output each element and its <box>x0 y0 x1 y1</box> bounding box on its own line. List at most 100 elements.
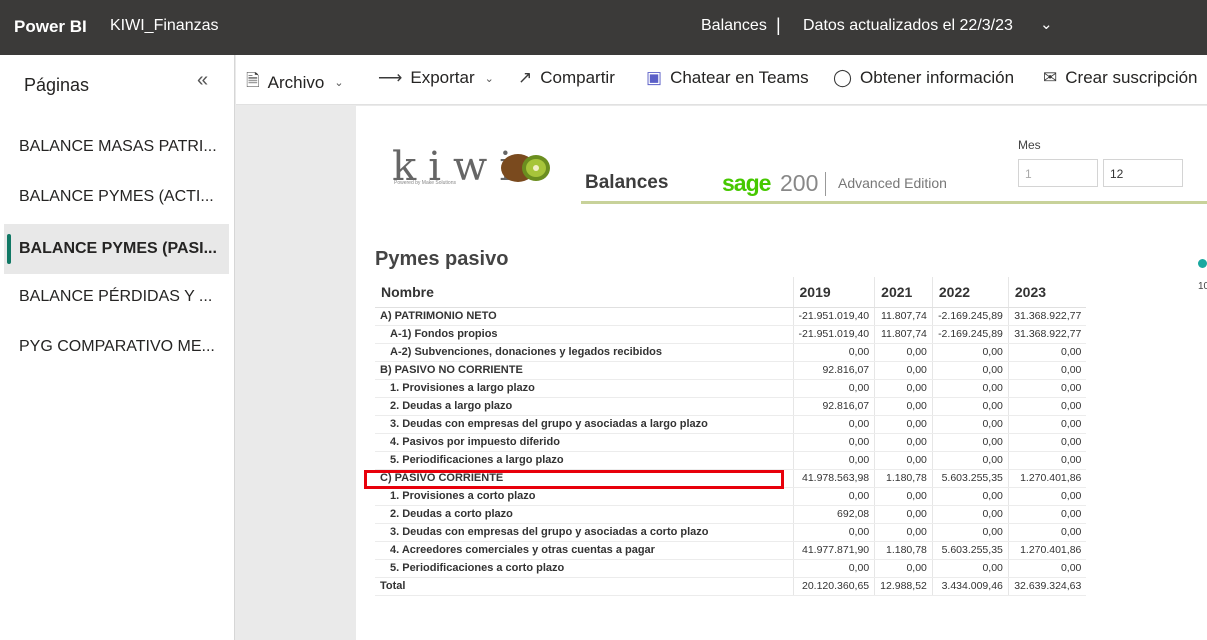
cell-value: 92.816,07 <box>792 361 875 380</box>
cell-value: 0,00 <box>1007 415 1087 434</box>
row-label: 2. Deudas a corto plazo <box>375 505 793 524</box>
page-item-perdidas[interactable]: BALANCE PÉRDIDAS Y ... <box>4 272 229 322</box>
row-label: A) PATRIMONIO NETO <box>375 307 793 326</box>
page-item-pymes-pasivo[interactable]: BALANCE PYMES (PASI... <box>4 224 229 274</box>
page-item-balance-masas[interactable]: BALANCE MASAS PATRI... <box>4 122 229 172</box>
highlight-box <box>364 470 784 489</box>
table-row: 3. Deudas con empresas del grupo y asoci… <box>375 415 1087 434</box>
cell-value: 92.816,07 <box>792 397 875 416</box>
cell-value: 0,00 <box>874 361 933 380</box>
workspace-name[interactable]: KIWI_Finanzas <box>110 17 218 35</box>
cell-value: 1.180,78 <box>874 541 933 560</box>
legend-dot <box>1198 259 1207 268</box>
table-row: B) PASIVO NO CORRIENTE 92.816,07 0,00 0,00 0… <box>375 361 1087 380</box>
row-label: 2. Deudas a largo plazo <box>375 397 793 416</box>
cell-value: 31.368.922,77 <box>1007 325 1087 344</box>
mail-plus-icon: ✉ <box>1043 68 1058 87</box>
chevron-down-icon: ⌄ <box>484 72 494 85</box>
separator: | <box>776 15 781 35</box>
cell-value: 0,00 <box>874 343 933 362</box>
page-item-pyg[interactable]: PYG COMPARATIVO ME... <box>4 322 229 372</box>
archivo-button[interactable]: 🗎 Archivo ⌄ <box>246 68 344 97</box>
col-header[interactable]: 2021 <box>874 277 933 308</box>
cell-value: -21.951.019,40 <box>792 325 875 344</box>
partial-axis-label: 10 <box>1198 281 1207 292</box>
lightbulb-icon: ◯ <box>833 68 853 87</box>
cell-value: 0,00 <box>1007 361 1087 380</box>
table-title: Pymes pasivo <box>375 248 509 270</box>
info-label: Obtener información <box>860 68 1015 87</box>
cell-value: 0,00 <box>792 379 875 398</box>
row-label: B) PASIVO NO CORRIENTE <box>375 361 793 380</box>
teams-button[interactable]: ▣ Chatear en Teams <box>646 68 809 88</box>
data-updated[interactable]: Datos actualizados el 22/3/23 <box>803 17 1013 35</box>
balance-table: Nombre 2019 2021 2022 2023 A) PATRIMONIO… <box>375 277 1087 596</box>
cell-value: 0,00 <box>1007 505 1087 524</box>
cell-value: 0,00 <box>792 451 875 470</box>
info-button[interactable]: ◯ Obtener información <box>833 68 1014 88</box>
cell-value: 0,00 <box>1007 397 1087 416</box>
cell-value: 0,00 <box>931 397 1009 416</box>
cell-value: 20.120.360,65 <box>792 576 875 596</box>
cell-value: -21.951.019,40 <box>792 307 875 326</box>
cell-value: 0,00 <box>792 415 875 434</box>
col-header[interactable]: 2022 <box>931 277 1009 308</box>
table-row: 2. Deudas a largo plazo 92.816,07 0,00 0,00… <box>375 397 1087 416</box>
col-header[interactable]: Nombre <box>375 277 793 308</box>
cell-value: 0,00 <box>874 379 933 398</box>
table-row: 3. Deudas con empresas del grupo y asoci… <box>375 523 1087 542</box>
cell-value: 0,00 <box>874 523 933 542</box>
cell-value: 692,08 <box>792 505 875 524</box>
cell-value: 0,00 <box>931 451 1009 470</box>
cell-value: 0,00 <box>931 361 1009 380</box>
row-label: 3. Deudas con empresas del grupo y asoci… <box>375 523 793 542</box>
pages-pane: Páginas « BALANCE MASAS PATRI... BALANCE… <box>0 55 235 640</box>
row-label: 3. Deudas con empresas del grupo y asoci… <box>375 415 793 434</box>
row-label: 4. Pasivos por impuesto diferido <box>375 433 793 452</box>
pages-title: Páginas <box>24 75 90 95</box>
compartir-label: Compartir <box>540 68 615 87</box>
exportar-button[interactable]: ⟶ Exportar ⌄ <box>378 68 494 88</box>
cell-value: 1.270.401,86 <box>1007 469 1087 488</box>
cell-value: 0,00 <box>874 505 933 524</box>
cell-value: 41.977.871,90 <box>792 541 875 560</box>
divider <box>825 172 826 196</box>
cell-value: 0,00 <box>874 559 933 578</box>
mes-from-input[interactable]: 1 <box>1018 159 1098 187</box>
cell-value: 0,00 <box>931 559 1009 578</box>
subscription-button[interactable]: ✉ Crear suscripción <box>1043 68 1198 88</box>
row-label: Total <box>375 576 793 596</box>
table-row: Total 20.120.360,65 12.988,52 3.434.009,46 3… <box>375 576 1087 596</box>
col-header[interactable]: 2023 <box>1007 277 1087 308</box>
report-title: Balances <box>585 172 669 193</box>
chevron-down-icon[interactable]: ⌄ <box>1040 15 1053 33</box>
table-row: 2. Deudas a corto plazo 692,08 0,00 0,00 0,0… <box>375 505 1087 524</box>
compartir-button[interactable]: ↗ Compartir <box>518 68 615 88</box>
report-canvas: kiwi Powered by Make Solutions Balances … <box>356 106 1207 640</box>
toolbar: 🗎 Archivo ⌄ ⟶ Exportar ⌄ ↗ Compartir ▣ C… <box>236 55 1207 105</box>
cell-value: 0,00 <box>792 559 875 578</box>
kiwi-logo-sub: Powered by Make Solutions <box>394 180 456 186</box>
top-bar: Power BI KIWI_Finanzas Balances | Datos … <box>0 0 1207 55</box>
table-row: A) PATRIMONIO NETO -21.951.019,40 11.807,7… <box>375 307 1087 326</box>
app-brand[interactable]: Power BI <box>14 17 87 37</box>
collapse-icon[interactable]: « <box>197 69 208 92</box>
cell-value: 31.368.922,77 <box>1007 307 1087 326</box>
table-row: 1. Provisiones a corto plazo 0,00 0,00 0,00… <box>375 487 1087 506</box>
cell-value: 0,00 <box>1007 523 1087 542</box>
cell-value: 11.807,74 <box>874 325 933 344</box>
cell-value: 0,00 <box>792 433 875 452</box>
col-header[interactable]: 2019 <box>792 277 875 308</box>
row-label: 4. Acreedores comerciales y otras cuenta… <box>375 541 793 560</box>
exportar-label: Exportar <box>410 68 475 87</box>
cell-value: 12.988,52 <box>874 576 933 596</box>
page-item-pymes-activo[interactable]: BALANCE PYMES (ACTI... <box>4 172 229 222</box>
cell-value: 0,00 <box>931 487 1009 506</box>
cell-value: 0,00 <box>874 451 933 470</box>
row-label: A-1) Fondos propios <box>375 325 793 344</box>
edition-label: Advanced Edition <box>838 175 947 191</box>
mes-to-input[interactable]: 12 <box>1103 159 1183 187</box>
row-label: 5. Periodificaciones a largo plazo <box>375 451 793 470</box>
cell-value: -2.169.245,89 <box>931 325 1009 344</box>
cell-value: 0,00 <box>874 433 933 452</box>
